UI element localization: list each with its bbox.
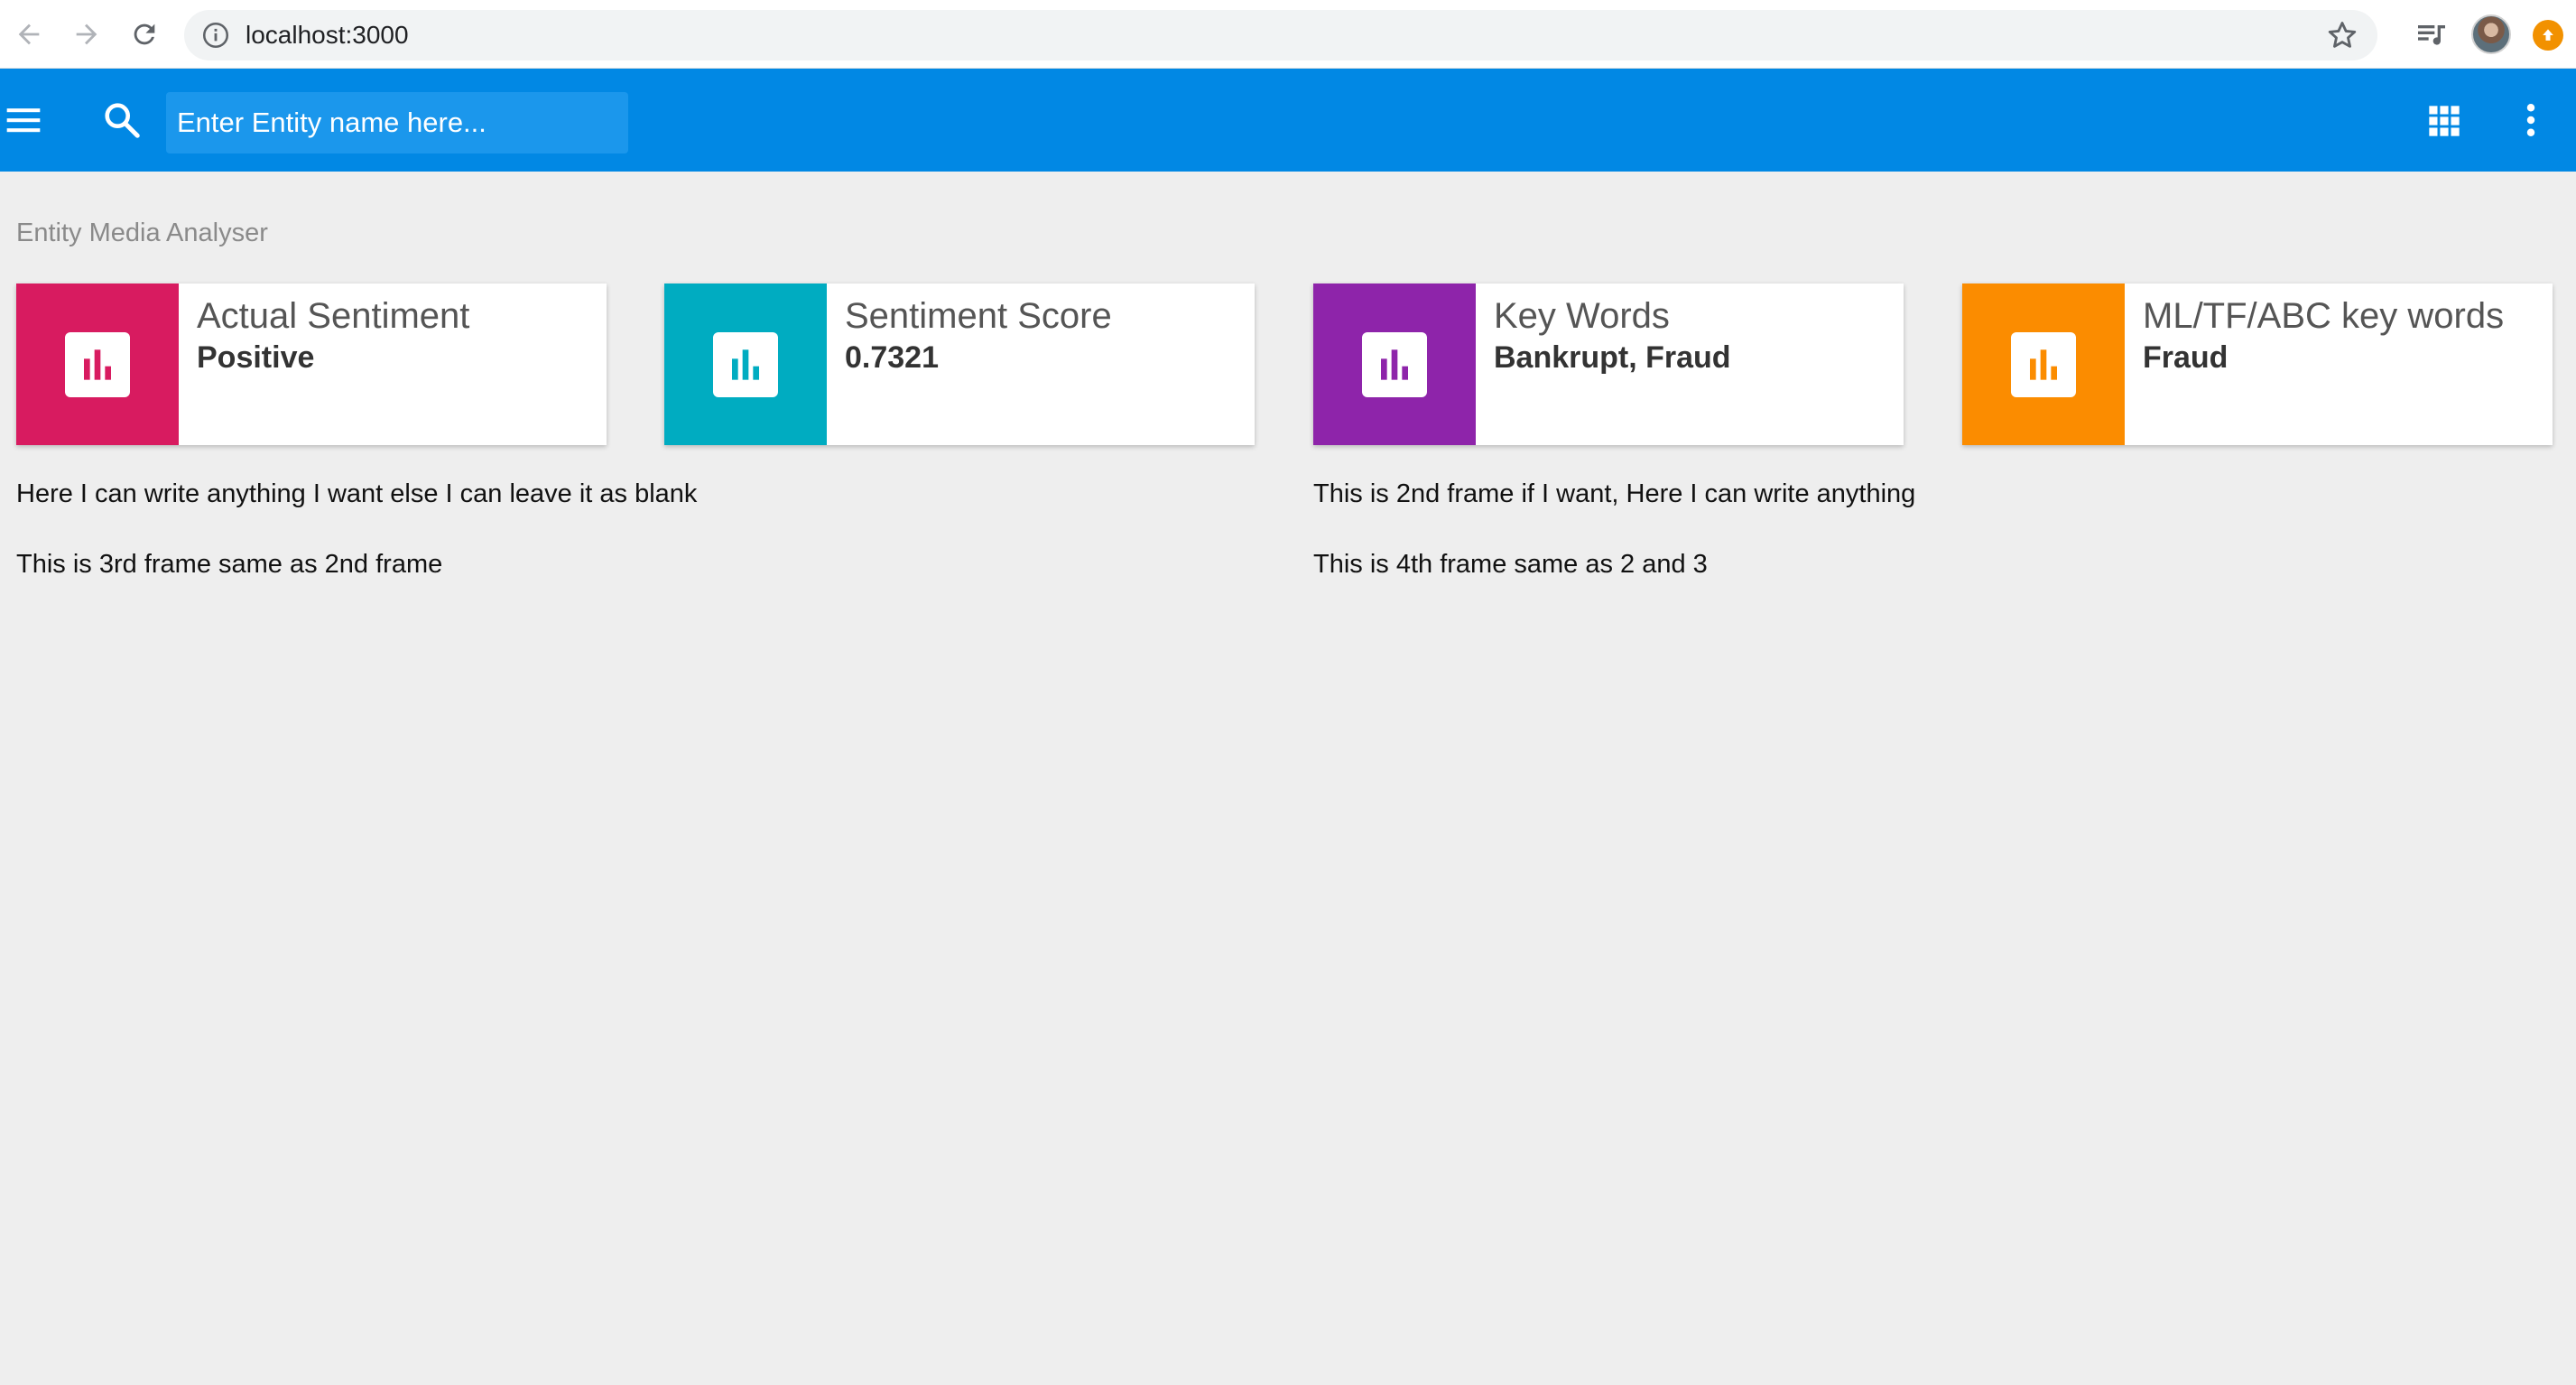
star-icon[interactable] [2325, 18, 2359, 52]
reload-icon [134, 23, 155, 45]
card-key-words: Key Words Bankrupt, Fraud [1313, 284, 1904, 445]
frame-3-text: This is 3rd frame same as 2nd frame [16, 550, 443, 579]
frame-2-text: This is 2nd frame if I want, Here I can … [1313, 479, 1916, 508]
info-icon[interactable] [200, 20, 231, 51]
bar-chart-icon [1362, 331, 1427, 397]
card-value: Fraud [2143, 340, 2229, 375]
card-title: Key Words [1494, 296, 1670, 336]
card-title: ML/TF/ABC key words [2143, 296, 2505, 336]
card-icon-box [1962, 284, 2125, 445]
address-url[interactable]: localhost:3000 [246, 10, 409, 60]
apps-grid-icon[interactable] [2426, 103, 2462, 139]
card-title: Actual Sentiment [197, 296, 470, 336]
card-icon-box [16, 284, 179, 445]
search-icon[interactable] [101, 99, 143, 141]
reload-button[interactable] [123, 13, 166, 56]
app-bar [0, 69, 2576, 172]
media-queue-icon[interactable] [2414, 16, 2450, 52]
more-vert-icon[interactable] [2511, 99, 2551, 141]
entity-search-input[interactable] [166, 92, 628, 153]
back-button[interactable] [7, 13, 51, 56]
extension-icon[interactable] [2533, 20, 2563, 51]
page-title: Entity Media Analyser [16, 218, 268, 247]
card-sentiment-score: Sentiment Score 0.7321 [664, 284, 1255, 445]
bar-chart-icon [713, 331, 778, 397]
extension-glyph-icon [2543, 29, 2553, 41]
bar-chart-icon [65, 331, 130, 397]
bar-chart-icon [2011, 331, 2076, 397]
frame-4-text: This is 4th frame same as 2 and 3 [1313, 550, 1708, 579]
address-bar[interactable]: localhost:3000 [184, 10, 2377, 60]
card-icon-box [664, 284, 827, 445]
forward-button[interactable] [65, 13, 108, 56]
hamburger-menu-icon[interactable] [4, 100, 43, 140]
card-actual-sentiment: Actual Sentiment Positive [16, 284, 607, 445]
card-value: Positive [197, 340, 315, 375]
card-title: Sentiment Score [845, 296, 1112, 336]
card-value: Bankrupt, Fraud [1494, 340, 1731, 375]
card-ml-keywords: ML/TF/ABC key words Fraud [1962, 284, 2553, 445]
card-value: 0.7321 [845, 340, 939, 375]
frame-1-text: Here I can write anything I want else I … [16, 479, 698, 508]
arrow-left-icon [18, 23, 40, 45]
card-icon-box [1313, 284, 1476, 445]
profile-avatar[interactable] [2471, 14, 2511, 54]
browser-toolbar: localhost:3000 [0, 0, 2576, 69]
arrow-right-icon [76, 23, 97, 45]
